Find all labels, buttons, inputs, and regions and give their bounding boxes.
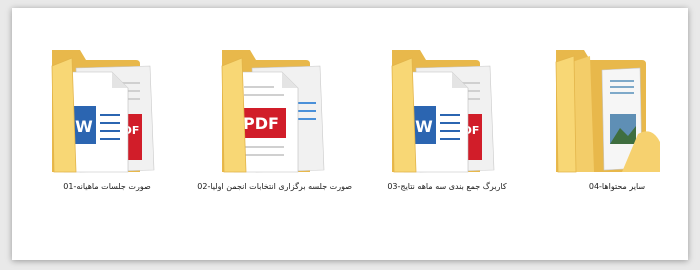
folder-item-04[interactable]: سایر محتواها-04 [542,22,692,194]
folder-documents-icon: PDF [221,50,325,173]
folder-name-02: صورت جلسه برگزاری انتخابات انجمن اولیا-0… [197,182,352,191]
folder-name-01: صورت جلسات ماهیانه-01 [63,182,151,191]
folder-images-icon [555,50,660,173]
folder-item-03[interactable]: PDF W کاربرگ جمع بندی سه ماهه نتایج-03 [372,22,522,194]
folder-name-04: سایر محتواها-04 [588,182,646,191]
file-explorer-content-pane: PDF W صورت جلسات ماهیانه-01 [12,8,688,260]
word-badge-text: W [415,117,433,136]
folder-item-02[interactable]: PDF صورت جلسه برگزاری انتخابات انجمن اول… [197,22,352,194]
folder-item-01[interactable]: PDF W صورت جلسات ماهیانه-01 [32,22,182,194]
folder-documents-icon: PDF W [391,50,495,173]
word-badge-text: W [75,117,93,136]
pdf-badge-text: PDF [243,114,279,133]
folder-name-03: کاربرگ جمع بندی سه ماهه نتایج-03 [387,182,507,191]
folder-documents-icon: PDF W [51,50,155,173]
